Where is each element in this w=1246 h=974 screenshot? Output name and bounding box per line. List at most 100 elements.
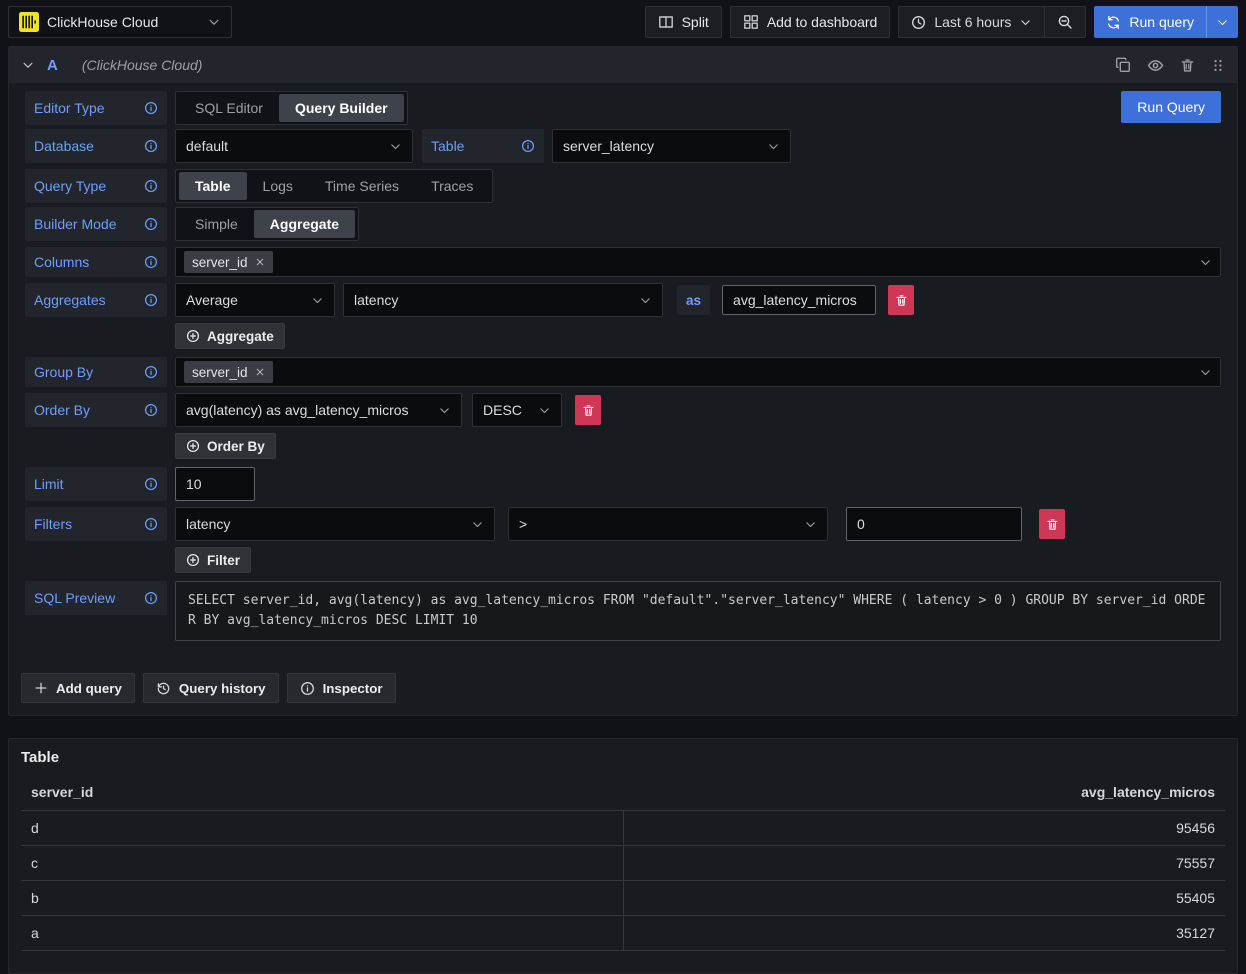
editor-type-label: Editor Type bbox=[25, 91, 167, 125]
query-type-option-table[interactable]: Table bbox=[179, 172, 247, 200]
info-icon[interactable] bbox=[144, 255, 158, 269]
query-type-option-logs[interactable]: Logs bbox=[247, 172, 309, 200]
aggregate-column-select[interactable]: latency bbox=[343, 283, 663, 317]
chevron-down-icon bbox=[804, 518, 817, 531]
info-icon[interactable] bbox=[144, 139, 158, 153]
drag-handle-icon[interactable] bbox=[1211, 58, 1225, 73]
remove-filter-button[interactable] bbox=[1039, 509, 1065, 539]
add-order-by-button[interactable]: Order By bbox=[175, 433, 276, 459]
datasource-picker[interactable]: ClickHouse Cloud bbox=[8, 6, 232, 38]
info-icon[interactable] bbox=[144, 293, 158, 307]
info-icon[interactable] bbox=[521, 139, 535, 153]
info-icon[interactable] bbox=[144, 179, 158, 193]
filter-operator-select[interactable]: > bbox=[508, 507, 828, 541]
editor-type-option-query-builder[interactable]: Query Builder bbox=[279, 94, 404, 122]
table-row[interactable]: b 55405 bbox=[21, 880, 1225, 915]
table-row[interactable]: c 75557 bbox=[21, 845, 1225, 880]
chevron-down-icon bbox=[389, 140, 402, 153]
split-button[interactable]: Split bbox=[645, 6, 722, 38]
info-icon[interactable] bbox=[144, 591, 158, 605]
chevron-down-icon bbox=[538, 404, 551, 417]
columns-chip-server-id: server_id bbox=[184, 251, 273, 273]
builder-mode-label: Builder Mode bbox=[25, 207, 167, 241]
columns-multiselect[interactable]: server_id bbox=[175, 247, 1221, 277]
filter-value-input[interactable] bbox=[846, 507, 1022, 541]
time-picker-group: Last 6 hours bbox=[898, 6, 1086, 38]
chevron-down-icon bbox=[639, 294, 652, 307]
query-ref-id[interactable]: A bbox=[47, 57, 58, 74]
table-select[interactable]: server_latency bbox=[552, 129, 791, 163]
panel-run-query-button[interactable]: Run Query bbox=[1121, 91, 1221, 123]
remove-chip-icon[interactable] bbox=[255, 257, 265, 267]
add-to-dashboard-button[interactable]: Add to dashboard bbox=[730, 6, 891, 38]
builder-mode-option-simple[interactable]: Simple bbox=[179, 210, 254, 238]
circle-plus-icon bbox=[186, 329, 200, 343]
zoom-out-time-button[interactable] bbox=[1044, 7, 1085, 37]
add-to-dashboard-label: Add to dashboard bbox=[767, 14, 878, 30]
column-header-server-id[interactable]: server_id bbox=[31, 784, 623, 800]
info-icon[interactable] bbox=[144, 403, 158, 417]
table-header-row: server_id avg_latency_micros bbox=[21, 776, 1225, 810]
time-range-label: Last 6 hours bbox=[934, 14, 1011, 30]
top-toolbar: ClickHouse Cloud Split Add to dashboard … bbox=[0, 0, 1246, 46]
time-range-button[interactable]: Last 6 hours bbox=[899, 7, 1044, 37]
query-builder-body: Editor Type SQL Editor Query Builder Run… bbox=[9, 83, 1237, 703]
query-header-actions bbox=[1115, 57, 1225, 74]
delete-query-trash-icon[interactable] bbox=[1180, 58, 1195, 73]
query-history-button[interactable]: Query history bbox=[143, 673, 279, 703]
info-icon[interactable] bbox=[144, 517, 158, 531]
info-icon[interactable] bbox=[144, 365, 158, 379]
cell-server-id: c bbox=[21, 846, 624, 880]
builder-mode-option-aggregate[interactable]: Aggregate bbox=[254, 210, 355, 238]
duplicate-query-icon[interactable] bbox=[1115, 57, 1131, 73]
editor-type-option-sql-editor[interactable]: SQL Editor bbox=[179, 94, 279, 122]
run-query-caret-button[interactable] bbox=[1206, 6, 1238, 38]
chevron-down-icon bbox=[311, 294, 324, 307]
table-row[interactable]: a 35127 bbox=[21, 915, 1225, 951]
aggregate-function-select[interactable]: Average bbox=[175, 283, 335, 317]
info-icon[interactable] bbox=[144, 477, 158, 491]
add-query-button[interactable]: Add query bbox=[21, 673, 135, 703]
filter-column-select[interactable]: latency bbox=[175, 507, 495, 541]
cell-avg-latency: 35127 bbox=[624, 916, 1226, 950]
chevron-down-icon bbox=[207, 15, 221, 29]
limit-label: Limit bbox=[25, 467, 167, 501]
cell-avg-latency: 95456 bbox=[624, 811, 1226, 845]
remove-chip-icon[interactable] bbox=[255, 367, 265, 377]
run-query-split-button: Run query bbox=[1094, 6, 1238, 38]
database-label: Database bbox=[25, 129, 167, 163]
table-value: server_latency bbox=[563, 138, 654, 154]
database-select[interactable]: default bbox=[175, 129, 413, 163]
info-icon[interactable] bbox=[144, 217, 158, 231]
remove-order-by-button[interactable] bbox=[575, 395, 601, 425]
circle-plus-icon bbox=[186, 553, 200, 567]
run-query-label: Run query bbox=[1129, 14, 1194, 30]
info-circle-icon bbox=[300, 681, 315, 696]
remove-aggregate-button[interactable] bbox=[888, 285, 914, 315]
add-aggregate-button[interactable]: Aggregate bbox=[175, 323, 285, 349]
column-header-avg-latency[interactable]: avg_latency_micros bbox=[623, 784, 1215, 800]
query-type-option-time-series[interactable]: Time Series bbox=[309, 172, 415, 200]
builder-mode-radio-group: Simple Aggregate bbox=[175, 207, 359, 241]
circle-plus-icon bbox=[186, 439, 200, 453]
query-editor-panel: A (ClickHouse Cloud) Editor Type bbox=[8, 46, 1238, 716]
query-type-option-traces[interactable]: Traces bbox=[415, 172, 489, 200]
collapse-chevron-icon[interactable] bbox=[21, 58, 35, 72]
toggle-visibility-eye-icon[interactable] bbox=[1147, 57, 1164, 74]
run-query-button[interactable]: Run query bbox=[1094, 6, 1206, 38]
aggregate-alias-input[interactable] bbox=[722, 285, 876, 315]
order-by-expression-select[interactable]: avg(latency) as avg_latency_micros bbox=[175, 393, 462, 427]
group-by-multiselect[interactable]: server_id bbox=[175, 357, 1221, 387]
query-datasource-hint: (ClickHouse Cloud) bbox=[82, 57, 203, 73]
table-row[interactable]: d 95456 bbox=[21, 810, 1225, 845]
order-by-direction-select[interactable]: DESC bbox=[472, 393, 562, 427]
add-filter-button[interactable]: Filter bbox=[175, 547, 251, 573]
group-by-label: Group By bbox=[25, 357, 167, 387]
sync-icon bbox=[1106, 15, 1121, 30]
limit-input[interactable] bbox=[175, 467, 255, 501]
as-keyword-chip: as bbox=[677, 285, 710, 315]
inspector-button[interactable]: Inspector bbox=[287, 673, 396, 703]
query-row-header: A (ClickHouse Cloud) bbox=[9, 47, 1237, 83]
info-icon[interactable] bbox=[144, 101, 158, 115]
sql-preview-text: SELECT server_id, avg(latency) as avg_la… bbox=[175, 581, 1221, 641]
